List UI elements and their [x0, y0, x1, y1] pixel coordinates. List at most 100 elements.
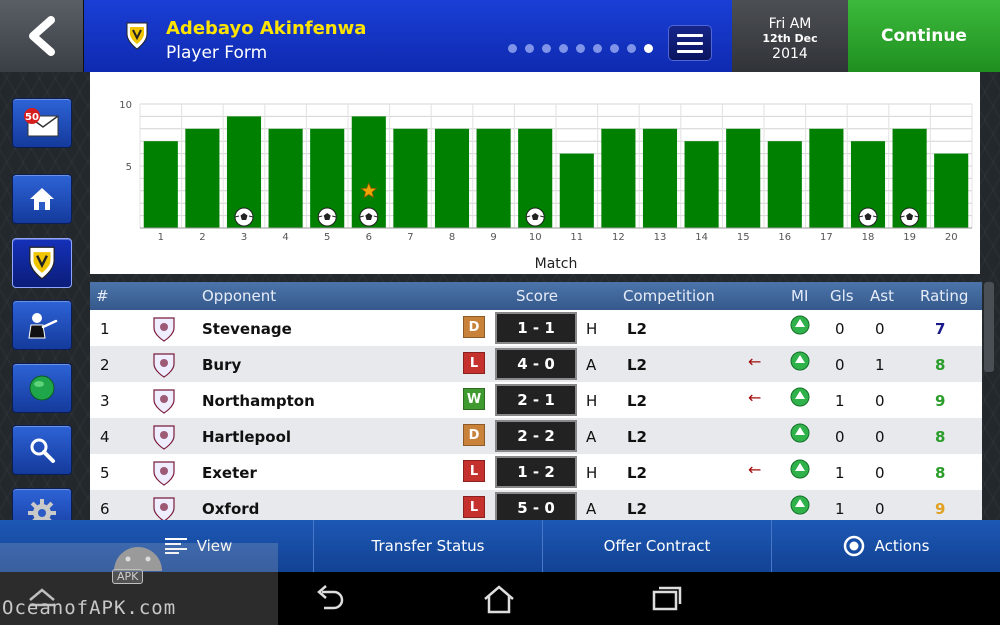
- bar[interactable]: [434, 128, 470, 228]
- bar[interactable]: [476, 128, 511, 228]
- table-row[interactable]: 6 Oxford L 5 - 0 A L2 1 0 9: [90, 490, 982, 520]
- nav-home-button[interactable]: [482, 584, 516, 618]
- bar[interactable]: [393, 128, 428, 228]
- page-dot: [644, 44, 653, 53]
- score[interactable]: 1 - 2: [495, 456, 577, 488]
- score[interactable]: 2 - 1: [495, 384, 577, 416]
- x-tick-label: 20: [945, 232, 958, 243]
- opponent-crest-icon: [152, 460, 176, 490]
- screen-title: Player Form: [166, 43, 268, 63]
- nav-recents-button[interactable]: [651, 584, 683, 616]
- col-header-assists[interactable]: Ast: [870, 287, 894, 305]
- goals: 0: [835, 428, 845, 446]
- bar[interactable]: [767, 141, 802, 228]
- venue: H: [586, 392, 598, 410]
- page-dot: [508, 44, 517, 53]
- offer-contract-button[interactable]: Offer Contract: [542, 520, 771, 572]
- result-badge: L: [463, 496, 485, 518]
- manager-icon: [28, 313, 58, 339]
- col-header-opponent[interactable]: Opponent: [202, 287, 276, 305]
- venue: A: [586, 428, 597, 446]
- match-involvement-icon: [790, 351, 810, 375]
- bar[interactable]: [726, 128, 761, 228]
- transfer-status-button[interactable]: Transfer Status: [313, 520, 542, 572]
- rating: 7: [935, 320, 946, 338]
- sidebar-item-search[interactable]: [12, 425, 72, 475]
- rating: 9: [935, 500, 946, 518]
- col-header-rating[interactable]: Rating: [920, 287, 968, 305]
- assists: 0: [875, 392, 885, 410]
- col-header-number: #: [96, 287, 109, 305]
- score[interactable]: 2 - 2: [495, 420, 577, 452]
- bar[interactable]: [185, 128, 220, 228]
- col-header-score[interactable]: Score: [516, 287, 558, 305]
- score[interactable]: 4 - 0: [495, 348, 577, 380]
- table-row[interactable]: 1 Stevenage D 1 - 1 H L2 0 0 7: [90, 310, 982, 346]
- x-tick-label: 8: [449, 232, 455, 243]
- result-badge: L: [463, 460, 485, 482]
- opponent-name[interactable]: Exeter: [202, 464, 257, 482]
- sidebar-item-club[interactable]: [12, 238, 72, 288]
- bar[interactable]: [809, 128, 844, 228]
- match-involvement-icon: [790, 495, 810, 519]
- nav-back-button[interactable]: [314, 584, 346, 616]
- y-tick-label: 5: [126, 162, 132, 173]
- opponent-name[interactable]: Northampton: [202, 392, 315, 410]
- table-row[interactable]: 4 Hartlepool D 2 - 2 A L2 0 0 8: [90, 418, 982, 454]
- opponent-name[interactable]: Hartlepool: [202, 428, 291, 446]
- back-icon: [317, 585, 344, 610]
- goal-ball-icon: [858, 207, 878, 227]
- menu-icon: [677, 33, 703, 37]
- rating: 8: [935, 356, 946, 374]
- table-row[interactable]: 2 Bury L 4 - 0 A L2 ← 0 1 8: [90, 346, 982, 382]
- form-chart: 5 10 1 2 3 4 5 6 7 8 9 10 11 12 13 14 15 16 17 18 19 20 Match: [90, 72, 980, 274]
- bar[interactable]: [143, 141, 178, 228]
- substitution-arrow-icon: ←: [748, 388, 762, 407]
- bar[interactable]: [684, 141, 719, 228]
- table-scrollbar[interactable]: [984, 282, 994, 372]
- actions-icon: [843, 535, 864, 557]
- actions-button[interactable]: Actions: [771, 520, 1000, 572]
- player-name: Adebayo Akinfenwa: [166, 18, 367, 39]
- sidebar-item-home[interactable]: [12, 174, 72, 224]
- bar[interactable]: [601, 128, 636, 228]
- row-number: 4: [100, 428, 110, 446]
- table-row[interactable]: 3 Northampton W 2 - 1 H L2 ← 1 0 9: [90, 382, 982, 418]
- result-badge: W: [463, 388, 485, 410]
- venue: H: [586, 464, 598, 482]
- opponent-crest-icon: [152, 352, 176, 382]
- opponent-name[interactable]: Bury: [202, 356, 241, 374]
- score[interactable]: 1 - 1: [495, 312, 577, 344]
- bar[interactable]: [268, 128, 303, 228]
- sidebar-item-inbox[interactable]: 50: [12, 98, 72, 148]
- opponent-name[interactable]: Oxford: [202, 500, 259, 518]
- opponent-name[interactable]: Stevenage: [202, 320, 292, 338]
- back-button[interactable]: [0, 0, 84, 72]
- table-row[interactable]: 5 Exeter L 1 - 2 H L2 ← 1 0 8: [90, 454, 982, 490]
- venue: A: [586, 500, 597, 518]
- x-tick-label: 10: [529, 232, 542, 243]
- title-area: Adebayo Akinfenwa Player Form: [84, 0, 732, 72]
- venue: A: [586, 356, 597, 374]
- search-icon: [30, 438, 55, 463]
- x-tick-label: 5: [324, 232, 330, 243]
- col-header-mi[interactable]: MI: [791, 287, 808, 305]
- continue-button[interactable]: Continue: [848, 0, 1000, 72]
- col-header-goals[interactable]: Gls: [830, 287, 854, 305]
- row-number: 1: [100, 320, 110, 338]
- bar[interactable]: [642, 128, 678, 228]
- sidebar-item-world[interactable]: [12, 363, 72, 413]
- sidebar-item-manager[interactable]: [12, 300, 72, 350]
- page-dot: [593, 44, 602, 53]
- col-header-competition[interactable]: Competition: [623, 287, 715, 305]
- score[interactable]: 5 - 0: [495, 492, 577, 520]
- bar[interactable]: [934, 153, 969, 228]
- menu-button[interactable]: [668, 25, 712, 61]
- goal-ball-icon: [317, 207, 337, 227]
- row-number: 2: [100, 356, 110, 374]
- page-dot: [525, 44, 534, 53]
- x-axis-label: Match: [535, 256, 578, 272]
- page-dot: [610, 44, 619, 53]
- date-day-time: Fri AM: [768, 16, 812, 32]
- bar[interactable]: [559, 153, 594, 228]
